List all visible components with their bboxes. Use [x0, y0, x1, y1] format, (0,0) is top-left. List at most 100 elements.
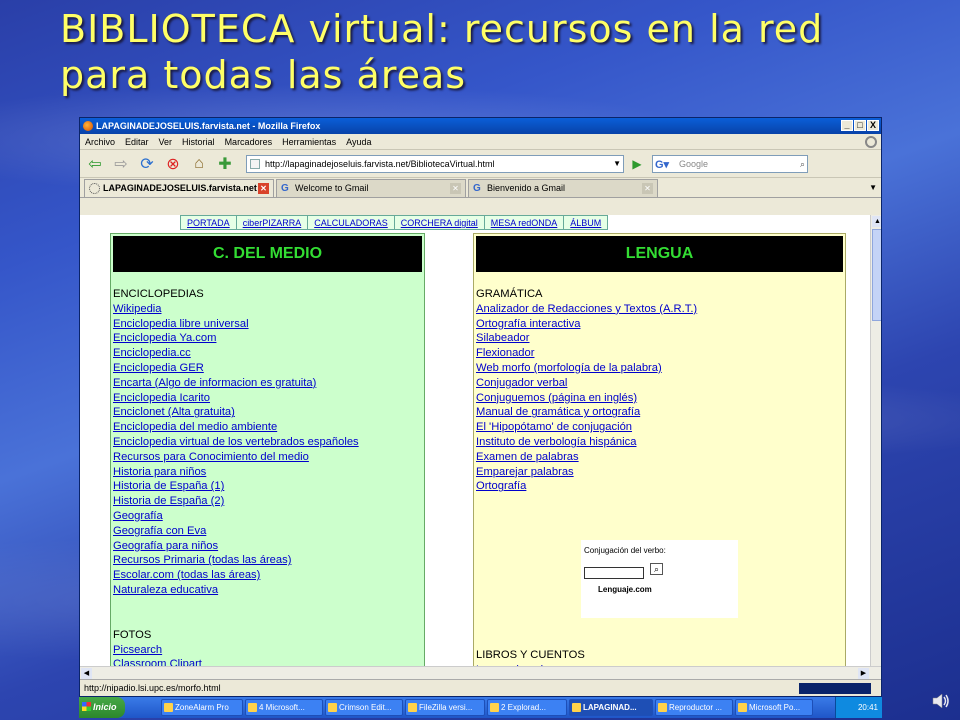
taskbar-button-label: 2 Explorad...	[501, 703, 546, 712]
scroll-right-icon[interactable]: ▶	[858, 668, 869, 679]
taskbar-button[interactable]: Reproductor ...	[655, 699, 733, 716]
window-controls: _ □ X	[841, 120, 879, 131]
search-icon[interactable]: ⌕	[800, 156, 805, 172]
nav-ciberpizarra[interactable]: ciberPIZARRA	[235, 215, 309, 230]
url-bar[interactable]: http://lapaginadejoseluis.farvista.net/B…	[246, 154, 624, 173]
resource-link[interactable]: Recursos para Conocimiento del medio	[113, 450, 422, 465]
resource-link[interactable]: Conjuguemos (página en inglés)	[476, 391, 843, 406]
list-all-tabs-icon[interactable]: ▼	[869, 183, 877, 192]
new-tab-icon[interactable]: ✚	[214, 153, 236, 175]
search-icon[interactable]: ⌕	[650, 562, 663, 575]
resource-link[interactable]: Enciclopedia.cc	[113, 346, 422, 361]
resource-link[interactable]: Flexionador	[476, 346, 843, 361]
section-title: FOTOS	[113, 628, 152, 641]
tab-bienvenido-gmail[interactable]: G Bienvenido a Gmail ✕	[468, 179, 658, 197]
taskbar-button-label: LAPAGINAD...	[583, 703, 637, 712]
app-icon	[408, 703, 417, 712]
resource-link[interactable]: Enciclopedia Ya.com	[113, 331, 422, 346]
resource-link[interactable]: El 'Hipopótamo' de conjugación	[476, 420, 843, 435]
tab-lapaginadejoseluis[interactable]: LAPAGINADEJOSELUIS.farvista.net ✕	[84, 179, 274, 197]
tab-welcome-gmail[interactable]: G Welcome to Gmail ✕	[276, 179, 466, 197]
menu-ayuda[interactable]: Ayuda	[346, 134, 371, 149]
resource-link[interactable]: Wikipedia	[113, 302, 422, 317]
url-text: http://lapaginadejoseluis.farvista.net/B…	[265, 158, 495, 169]
start-button[interactable]: Inicio	[79, 697, 125, 718]
resource-link[interactable]: Ortografía	[476, 479, 843, 494]
vertical-scrollbar[interactable]: ▲ ▼	[870, 215, 881, 681]
taskbar-button-label: FileZilla versi...	[419, 703, 473, 712]
menu-editar[interactable]: Editar	[125, 134, 149, 149]
window-titlebar[interactable]: LAPAGINADEJOSELUIS.farvista.net - Mozill…	[80, 118, 881, 134]
nav-album[interactable]: ÁLBUM	[563, 215, 609, 230]
nav-corchera-digital[interactable]: CORCHERA digital	[393, 215, 485, 230]
scroll-thumb[interactable]	[872, 229, 881, 321]
resource-link[interactable]: Emparejar palabras	[476, 465, 843, 480]
resource-link[interactable]: Enciclopedia libre universal	[113, 317, 422, 332]
home-icon[interactable]: ⌂	[188, 153, 210, 175]
resource-link[interactable]: Manual de gramática y ortografía	[476, 405, 843, 420]
close-tab-icon[interactable]: ✕	[642, 183, 653, 194]
resource-link[interactable]: Naturaleza educativa	[113, 583, 422, 598]
nav-calculadoras[interactable]: CALCULADORAS	[307, 215, 395, 230]
horizontal-scrollbar[interactable]: ◀ ▶	[80, 666, 881, 679]
maximize-button[interactable]: □	[854, 120, 866, 131]
resource-link[interactable]: Analizador de Redacciones y Textos (A.R.…	[476, 302, 843, 317]
minimize-button[interactable]: _	[841, 120, 853, 131]
resource-link[interactable]: Picsearch	[113, 643, 422, 658]
resource-link[interactable]: Historia de España (2)	[113, 494, 422, 509]
url-dropdown-icon[interactable]: ▼	[613, 156, 621, 172]
menu-historial[interactable]: Historial	[182, 134, 215, 149]
forward-arrow-icon[interactable]: ⇨	[110, 153, 132, 175]
scroll-up-icon[interactable]: ▲	[872, 216, 881, 227]
nav-portada[interactable]: PORTADA	[180, 215, 237, 230]
resource-link[interactable]: Enciclopedia Icarito	[113, 391, 422, 406]
menu-ver[interactable]: Ver	[159, 134, 173, 149]
resource-link[interactable]: Enciclopedia del medio ambiente	[113, 420, 422, 435]
taskbar-button[interactable]: 2 Explorad...	[487, 699, 567, 716]
taskbar-button[interactable]: FileZilla versi...	[405, 699, 485, 716]
taskbar-button[interactable]: Microsoft Po...	[735, 699, 813, 716]
resource-link[interactable]: Silabeador	[476, 331, 843, 346]
resource-link[interactable]: Enciclonet (Alta gratuita)	[113, 405, 422, 420]
resource-link[interactable]: Encarta (Algo de informacion es gratuita…	[113, 376, 422, 391]
stop-icon[interactable]: ⊗	[162, 153, 184, 175]
taskbar-button-label: Crimson Edit...	[339, 703, 392, 712]
nav-mesa-redonda[interactable]: MESA redONDA	[483, 215, 565, 230]
menu-marcadores[interactable]: Marcadores	[225, 134, 273, 149]
taskbar-button-label: Reproductor ...	[669, 703, 722, 712]
menu-bar: Archivo Editar Ver Historial Marcadores …	[80, 134, 881, 150]
resource-link[interactable]: Recursos Primaria (todas las áreas)	[113, 553, 422, 568]
search-input[interactable]: G▾ Google ⌕	[652, 154, 808, 173]
resource-link[interactable]: Enciclopedia virtual de los vertebrados …	[113, 435, 422, 450]
app-icon	[164, 703, 173, 712]
scroll-left-icon[interactable]: ◀	[81, 668, 92, 679]
resource-link[interactable]: Conjugador verbal	[476, 376, 843, 391]
close-window-button[interactable]: X	[867, 120, 879, 131]
resource-link[interactable]: Geografía con Eva	[113, 524, 422, 539]
resource-link[interactable]: Enciclopedia GER	[113, 361, 422, 376]
resource-link[interactable]: Ortografía interactiva	[476, 317, 843, 332]
resource-link[interactable]: Web morfo (morfología de la palabra)	[476, 361, 843, 376]
resource-link[interactable]: Examen de palabras	[476, 450, 843, 465]
resource-link[interactable]: Geografía para niños	[113, 539, 422, 554]
resource-link[interactable]: Escolar.com (todas las áreas)	[113, 568, 422, 583]
verb-input[interactable]	[584, 566, 644, 579]
taskbar-button[interactable]: 4 Microsoft...	[245, 699, 323, 716]
close-tab-icon[interactable]: ✕	[450, 183, 461, 194]
taskbar-button[interactable]: LAPAGINAD...	[569, 699, 653, 716]
resource-link[interactable]: Historia de España (1)	[113, 479, 422, 494]
reload-icon[interactable]: ⟳	[136, 153, 158, 175]
resource-link[interactable]: Historia para niños	[113, 465, 422, 480]
go-arrow-icon[interactable]: ▶	[628, 155, 646, 173]
close-tab-icon[interactable]: ✕	[258, 183, 269, 194]
taskbar-button[interactable]: Crimson Edit...	[325, 699, 403, 716]
speaker-icon[interactable]	[930, 690, 952, 712]
menu-archivo[interactable]: Archivo	[85, 134, 115, 149]
resource-link[interactable]: Instituto de verbología hispánica	[476, 435, 843, 450]
resource-link[interactable]: Geografía	[113, 509, 422, 524]
back-arrow-icon[interactable]: ⇦	[84, 153, 106, 175]
menu-herramientas[interactable]: Herramientas	[282, 134, 336, 149]
column-lengua: LENGUA GRAMÁTICA Analizador de Redaccion…	[473, 233, 846, 681]
app-icon	[658, 703, 667, 712]
taskbar-button[interactable]: ZoneAlarm Pro	[161, 699, 243, 716]
